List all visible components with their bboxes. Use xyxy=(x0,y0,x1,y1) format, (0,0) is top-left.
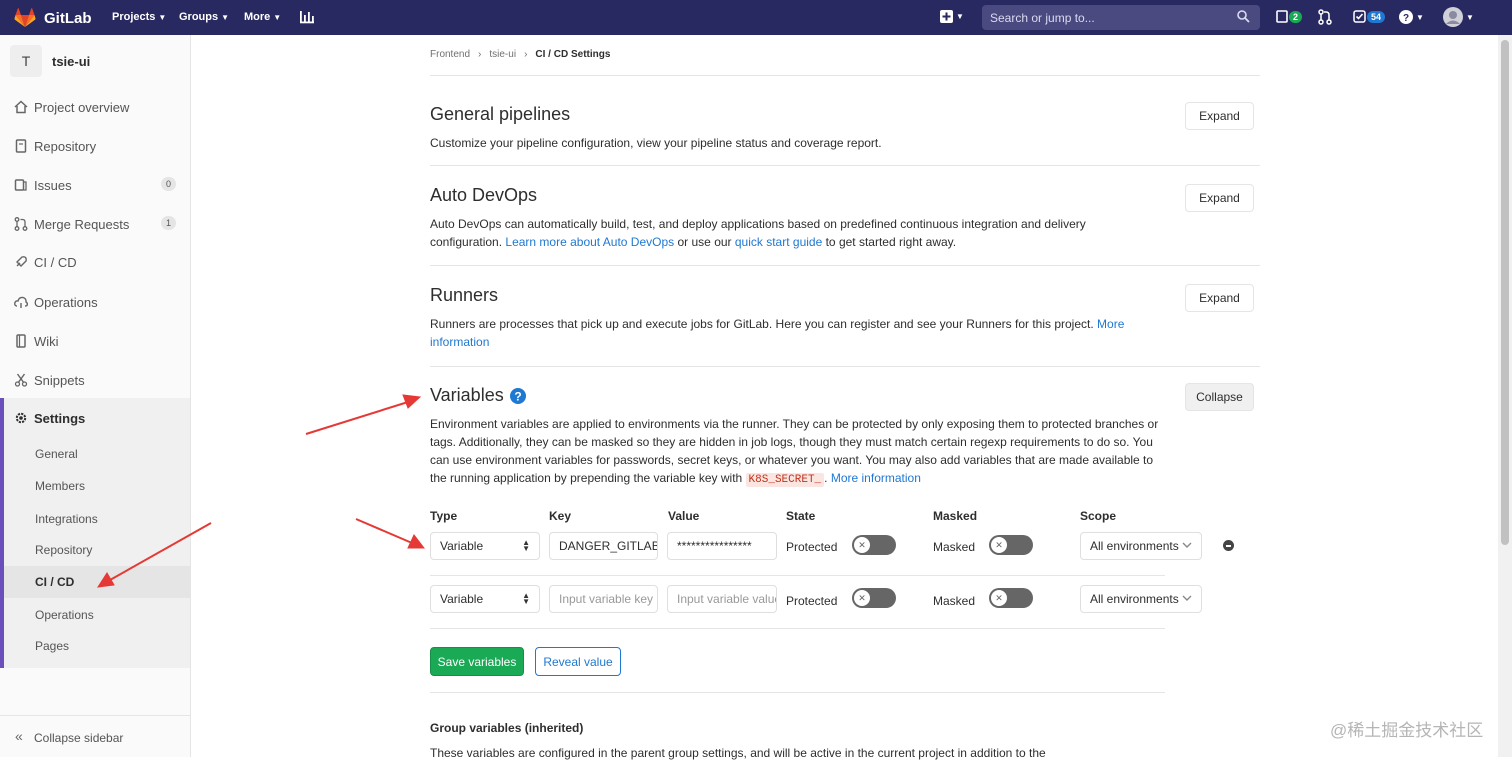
watermark: @稀土掘金技术社区 xyxy=(1330,721,1484,740)
arrow-to-variable-row xyxy=(355,518,426,549)
arrow-to-ci-cd-menu xyxy=(97,522,212,588)
scrollbar[interactable] xyxy=(1498,35,1512,757)
annotation-arrows xyxy=(97,394,426,588)
arrow-to-variables xyxy=(305,394,422,435)
scrollbar-thumb[interactable] xyxy=(1501,40,1509,545)
